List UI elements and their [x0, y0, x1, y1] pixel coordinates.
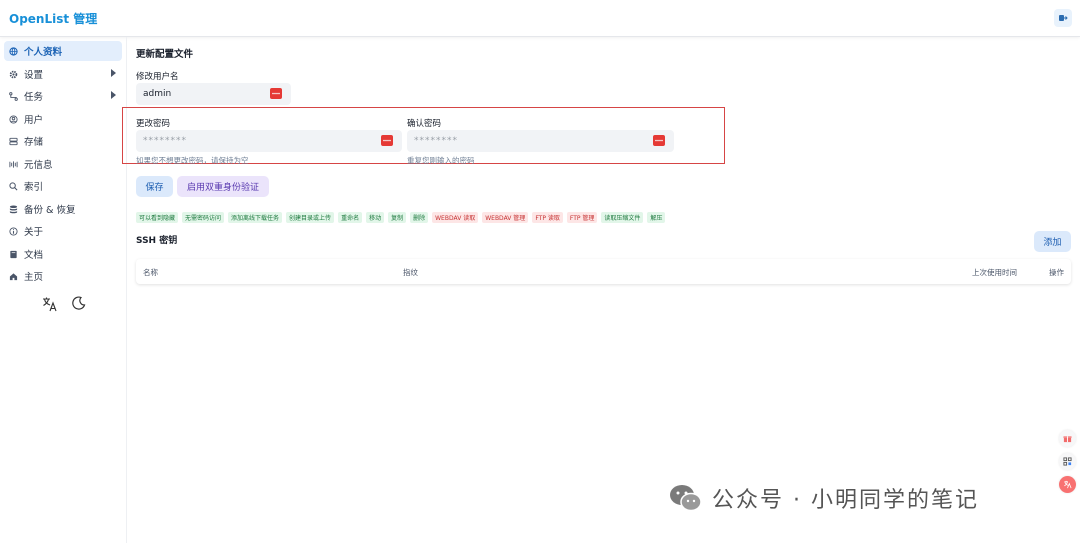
- meta-icon: [8, 159, 18, 169]
- translate-icon: [1064, 480, 1072, 489]
- home-icon: [8, 271, 18, 281]
- permission-badges: 可以看到隐藏 无需密码访问 添加离线下载任务 创建目录或上传 重命名 移动 复制…: [136, 212, 666, 223]
- sidebar-item-label: 主页: [24, 272, 44, 283]
- chevron-right-icon: [111, 91, 116, 99]
- sidebar-item-profile[interactable]: 个人资料: [4, 41, 122, 61]
- info-icon: [8, 226, 18, 236]
- password-manager-icon[interactable]: [270, 88, 282, 99]
- apps-icon: [1063, 457, 1072, 466]
- add-ssh-key-button[interactable]: 添加: [1034, 231, 1071, 252]
- main-content: 更新配置文件 修改用户名 admin 更改密码 ******** 如果您不想更改…: [122, 37, 1071, 543]
- password-manager-icon[interactable]: [653, 135, 665, 146]
- password-manager-icon[interactable]: [381, 135, 393, 146]
- column-header-name: 名称: [143, 268, 158, 277]
- permission-badge: 无需密码访问: [182, 212, 225, 223]
- permission-badge: 解压: [647, 212, 666, 223]
- sidebar-item-label: 备份 & 恢复: [24, 205, 76, 216]
- globe-icon: [8, 46, 18, 56]
- column-header-last-used: 上次使用时间: [972, 268, 1017, 277]
- user-icon: [8, 114, 18, 124]
- sidebar-item-label: 任务: [24, 92, 44, 103]
- ssh-keys-title: SSH 密钥: [136, 236, 178, 246]
- permission-badge: WEBDAV 管理: [482, 212, 529, 223]
- confirm-password-field[interactable]: ********: [407, 130, 674, 152]
- sidebar-item-label: 个人资料: [24, 47, 63, 58]
- ssh-keys-table: 名称 指纹 上次使用时间 操作: [136, 259, 1071, 284]
- floating-tools: [1059, 430, 1076, 493]
- sidebar-item-about[interactable]: 关于: [4, 221, 122, 241]
- permission-badge: 可以看到隐藏: [136, 212, 179, 223]
- column-header-fingerprint: 指纹: [403, 268, 418, 277]
- sidebar-item-meta[interactable]: 元信息: [4, 154, 122, 174]
- gift-icon: [1063, 436, 1072, 443]
- logout-icon: [1059, 15, 1068, 21]
- permission-badge: WEBDAV 读取: [432, 212, 479, 223]
- sidebar-item-label: 关于: [24, 227, 44, 238]
- sidebar-tools: [42, 296, 86, 312]
- apps-button[interactable]: [1059, 453, 1076, 470]
- sidebar-item-storage[interactable]: 存储: [4, 131, 122, 151]
- book-icon: [8, 249, 18, 259]
- confirm-password-hint: 重复您刚输入的密码: [407, 156, 475, 165]
- username-value: admin: [143, 89, 172, 99]
- sidebar-item-users[interactable]: 用户: [4, 109, 122, 129]
- password-hint: 如果您不想更改密码，请保持为空: [136, 156, 249, 165]
- watermark-text: 公众号 · 小明同学的笔记: [712, 488, 979, 513]
- permission-badge: 删除: [410, 212, 429, 223]
- watermark: 公众号 · 小明同学的笔记: [668, 482, 979, 514]
- translate-float-button[interactable]: [1059, 476, 1076, 493]
- confirm-placeholder: ********: [414, 136, 458, 146]
- translate-icon[interactable]: [42, 296, 58, 312]
- permission-badge: 添加离线下载任务: [228, 212, 283, 223]
- app-title[interactable]: OpenList 管理: [9, 10, 97, 27]
- page-title: 更新配置文件: [136, 49, 194, 60]
- sidebar-item-home[interactable]: 主页: [4, 266, 122, 286]
- permission-badge: FTP 管理: [566, 212, 598, 223]
- tasks-icon: [8, 91, 18, 101]
- sidebar-item-label: 设置: [24, 70, 44, 81]
- sidebar-item-index[interactable]: 索引: [4, 176, 122, 196]
- permission-badge: 移动: [366, 212, 385, 223]
- logout-button[interactable]: [1054, 9, 1072, 27]
- sidebar-item-label: 元信息: [24, 160, 53, 171]
- sidebar-item-docs[interactable]: 文档: [4, 244, 122, 264]
- sidebar-item-label: 文档: [24, 250, 44, 261]
- sidebar-item-label: 索引: [24, 182, 44, 193]
- username-label: 修改用户名: [136, 72, 179, 82]
- permission-badge: 重命名: [338, 212, 363, 223]
- dark-mode-icon[interactable]: [72, 296, 86, 310]
- sidebar-item-backup[interactable]: 备份 & 恢复: [4, 199, 122, 219]
- username-field[interactable]: admin: [136, 83, 291, 105]
- column-header-actions: 操作: [1049, 268, 1064, 277]
- permission-badge: 复制: [388, 212, 407, 223]
- wechat-icon: [670, 485, 702, 512]
- storage-icon: [8, 136, 18, 146]
- password-field[interactable]: ********: [136, 130, 402, 152]
- password-placeholder: ********: [143, 136, 187, 146]
- permission-badge: 创建目录或上传: [286, 212, 335, 223]
- search-icon: [8, 181, 18, 191]
- sidebar-item-tasks[interactable]: 任务: [4, 86, 122, 106]
- permission-badge: FTP 读取: [532, 212, 563, 223]
- chevron-right-icon: [111, 69, 116, 77]
- gift-button[interactable]: [1059, 430, 1076, 447]
- sidebar-item-label: 存储: [24, 137, 44, 148]
- password-label: 更改密码: [136, 119, 171, 129]
- permission-badge: 读取压缩文件: [601, 212, 644, 223]
- sidebar-item-label: 用户: [24, 115, 44, 126]
- enable-2fa-button[interactable]: 启用双重身份验证: [177, 176, 269, 197]
- top-header: OpenList 管理: [0, 0, 1080, 37]
- confirm-password-label: 确认密码: [407, 119, 442, 129]
- save-button[interactable]: 保存: [136, 176, 173, 197]
- sidebar-item-settings[interactable]: 设置: [4, 64, 122, 84]
- gear-icon: [8, 69, 18, 79]
- database-icon: [8, 204, 18, 214]
- sidebar: 个人资料 设置 任务 用户 存储 元信息 索引 备份 & 恢复 关于 文档 主页: [0, 37, 127, 543]
